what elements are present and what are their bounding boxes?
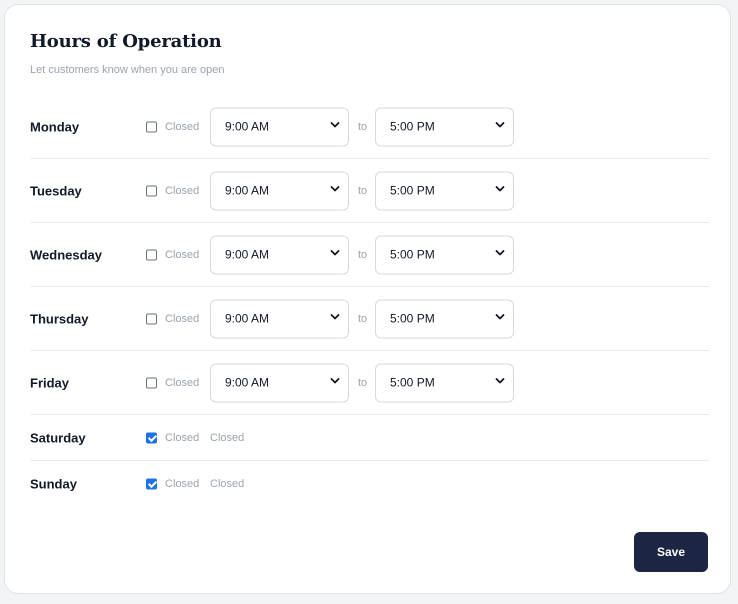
- save-button[interactable]: Save: [634, 532, 708, 572]
- closed-checkbox[interactable]: [146, 377, 157, 388]
- closed-checkbox[interactable]: [146, 478, 157, 490]
- to-label: to: [358, 248, 368, 261]
- open-time-value: 9:00 AM: [225, 375, 270, 390]
- day-label: Saturday: [30, 430, 86, 445]
- to-label: to: [358, 376, 368, 389]
- open-time-select[interactable]: 9:00 AM: [210, 171, 349, 210]
- close-time-value: 5:00 PM: [390, 183, 435, 198]
- day-row-monday: Monday Closed 9:00 AM to 5:00 PM: [30, 95, 709, 159]
- open-time-value: 9:00 AM: [225, 247, 270, 262]
- closed-checkbox-label: Closed: [165, 184, 200, 197]
- page-subtitle: Let customers know when you are open: [30, 64, 225, 76]
- open-time-select[interactable]: 9:00 AM: [210, 299, 349, 338]
- day-label: Sunday: [30, 476, 77, 492]
- close-time-select[interactable]: 5:00 PM: [375, 299, 514, 338]
- day-label: Wednesday: [30, 247, 103, 262]
- to-label: to: [358, 312, 368, 325]
- day-label: Monday: [30, 119, 80, 134]
- page-title: Hours of Operation: [30, 31, 222, 52]
- close-time-value: 5:00 PM: [390, 247, 435, 262]
- closed-checkbox-label: Closed: [165, 376, 200, 389]
- chevron-down-icon: [330, 314, 340, 320]
- open-time-value: 9:00 AM: [225, 311, 270, 326]
- close-time-value: 5:00 PM: [390, 311, 435, 326]
- day-row-sunday: Sunday Closed Closed: [30, 461, 709, 507]
- to-label: to: [358, 120, 368, 133]
- close-time-select[interactable]: 5:00 PM: [375, 235, 514, 274]
- chevron-down-icon: [330, 250, 340, 256]
- chevron-down-icon: [495, 378, 505, 384]
- closed-checkbox-label: Closed: [165, 248, 200, 261]
- chevron-down-icon: [495, 250, 505, 256]
- hours-list: Monday Closed 9:00 AM to 5:00 PM Tuesday…: [30, 95, 709, 507]
- closed-status-text: Closed: [210, 431, 245, 444]
- closed-checkbox-label: Closed: [165, 478, 200, 490]
- chevron-down-icon: [495, 186, 505, 192]
- day-label: Friday: [30, 375, 70, 390]
- chevron-down-icon: [495, 122, 505, 128]
- close-time-value: 5:00 PM: [390, 375, 435, 390]
- open-time-value: 9:00 AM: [225, 119, 270, 134]
- open-time-select[interactable]: 9:00 AM: [210, 107, 349, 146]
- open-time-value: 9:00 AM: [225, 183, 270, 198]
- closed-checkbox-label: Closed: [165, 312, 200, 325]
- day-row-wednesday: Wednesday Closed 9:00 AM to 5:00 PM: [30, 223, 709, 287]
- day-label: Thursday: [30, 311, 89, 326]
- day-label: Tuesday: [30, 183, 82, 198]
- closed-checkbox[interactable]: [146, 121, 157, 132]
- hours-card: Hours of Operation Let customers know wh…: [4, 4, 731, 594]
- day-row-friday: Friday Closed 9:00 AM to 5:00 PM: [30, 351, 709, 415]
- closed-checkbox[interactable]: [146, 432, 157, 443]
- day-row-saturday: Saturday Closed Closed: [30, 415, 709, 461]
- open-time-select[interactable]: 9:00 AM: [210, 235, 349, 274]
- closed-checkbox-label: Closed: [165, 120, 200, 133]
- close-time-select[interactable]: 5:00 PM: [375, 171, 514, 210]
- chevron-down-icon: [330, 122, 340, 128]
- close-time-value: 5:00 PM: [390, 119, 435, 134]
- day-row-tuesday: Tuesday Closed 9:00 AM to 5:00 PM: [30, 159, 709, 223]
- closed-checkbox[interactable]: [146, 313, 157, 324]
- chevron-down-icon: [330, 378, 340, 384]
- to-label: to: [358, 184, 368, 197]
- chevron-down-icon: [330, 186, 340, 192]
- closed-checkbox[interactable]: [146, 249, 157, 260]
- close-time-select[interactable]: 5:00 PM: [375, 363, 514, 402]
- day-row-thursday: Thursday Closed 9:00 AM to 5:00 PM: [30, 287, 709, 351]
- closed-status-text: Closed: [210, 478, 245, 490]
- open-time-select[interactable]: 9:00 AM: [210, 363, 349, 402]
- closed-checkbox-label: Closed: [165, 431, 200, 444]
- closed-checkbox[interactable]: [146, 185, 157, 196]
- chevron-down-icon: [495, 314, 505, 320]
- close-time-select[interactable]: 5:00 PM: [375, 107, 514, 146]
